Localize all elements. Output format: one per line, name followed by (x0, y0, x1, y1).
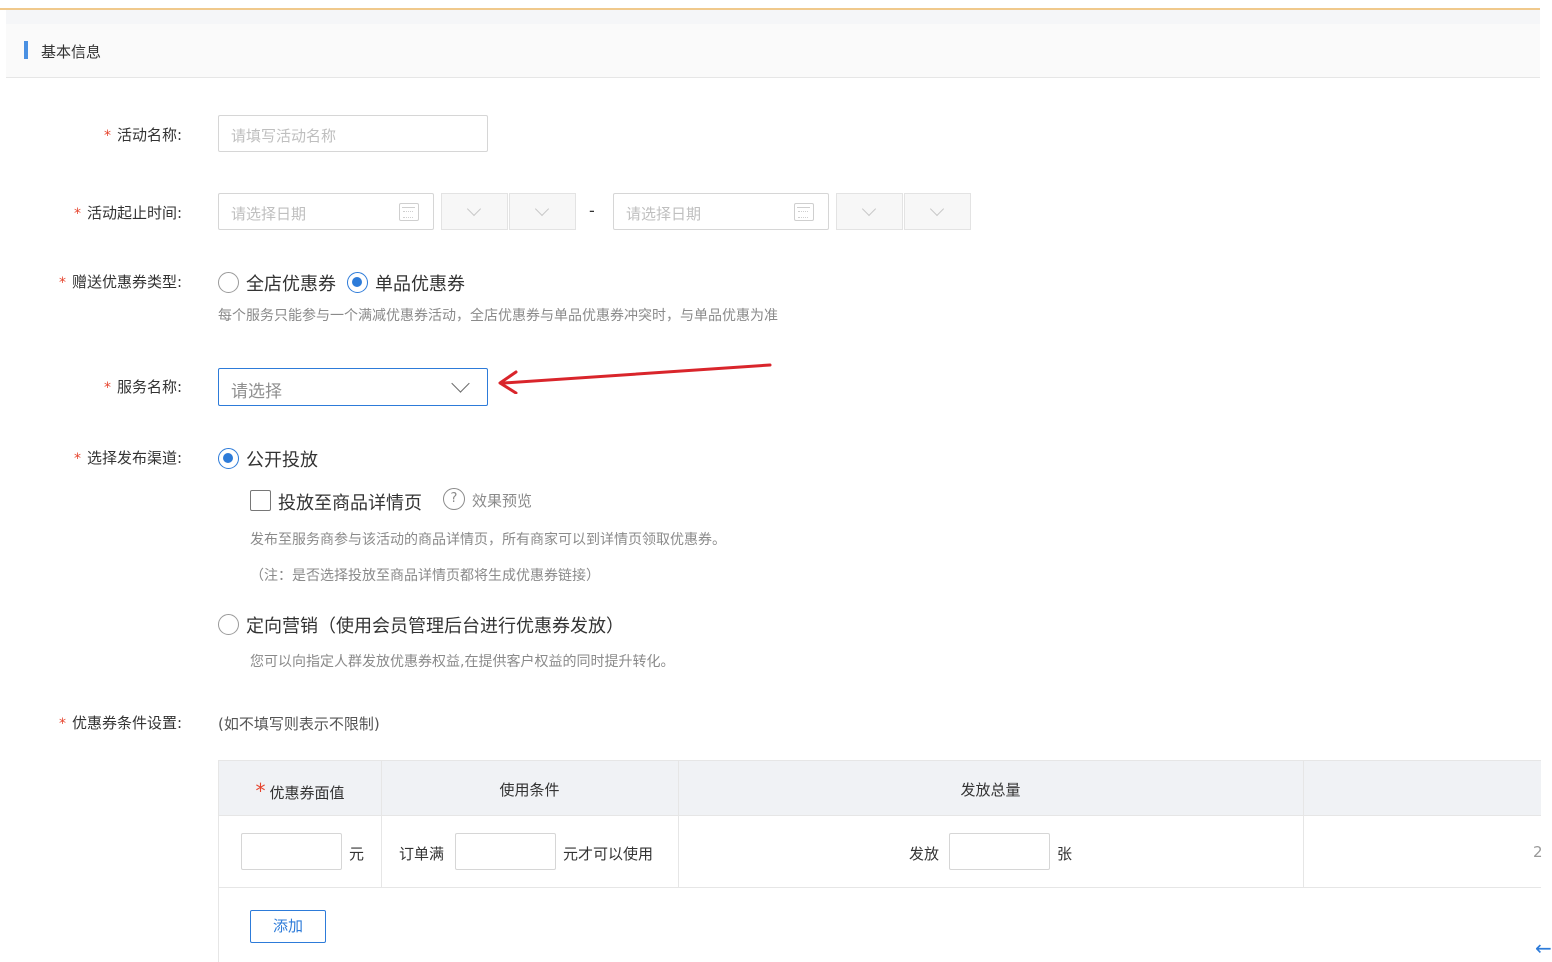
table-header: * 优惠券面值 使用条件 发放总量 (219, 760, 1541, 816)
radio-item-coupon-label[interactable]: 单品优惠券 (375, 270, 465, 296)
radio-store-coupon-label[interactable]: 全店优惠券 (246, 270, 336, 296)
required-mark: * (103, 380, 111, 396)
radio-item-coupon[interactable] (347, 272, 368, 293)
radio-targeted-channel-label[interactable]: 定向营销（使用会员管理后台进行优惠券发放） (246, 612, 624, 638)
add-row-button[interactable]: 添加 (250, 910, 326, 943)
issue-prefix: 发放 (909, 845, 940, 863)
radio-public-channel[interactable] (218, 448, 239, 469)
end-hour-select[interactable] (836, 193, 903, 230)
chevron-down-icon (861, 201, 877, 217)
detail-page-note: （注：是否选择投放至商品详情页都将生成优惠券链接） (250, 568, 600, 584)
channel-label: * 选择发布渠道: (73, 449, 182, 467)
column-header-condition: 使用条件 (499, 781, 560, 799)
service-name-select[interactable]: 请选择 (218, 368, 488, 406)
unit-yuan: 元 (349, 845, 365, 863)
radio-store-coupon[interactable] (218, 272, 239, 293)
required-mark: * (255, 779, 266, 803)
preview-link[interactable]: 效果预览 (472, 490, 532, 511)
required-mark: * (58, 716, 66, 732)
activity-name-input[interactable]: 请填写活动名称 (218, 115, 488, 152)
targeted-hint: 您可以向指定人群发放优惠券权益,在提供客户权益的同时提升转化。 (250, 654, 675, 670)
column-divider (1303, 760, 1304, 888)
detail-page-checkbox-label[interactable]: 投放至商品详情页 (278, 489, 422, 515)
arrow-left-icon[interactable]: ← (1535, 936, 1552, 960)
service-name-placeholder: 请选择 (231, 382, 282, 402)
issue-total-input[interactable] (949, 833, 1050, 870)
order-min-prefix: 订单满 (399, 845, 445, 863)
issue-suffix: 张 (1057, 845, 1073, 863)
end-minute-select[interactable] (904, 193, 971, 230)
red-arrow-annotation (498, 363, 772, 394)
chevron-down-icon (466, 201, 482, 217)
detail-page-hint: 发布至服务商参与该活动的商品详情页，所有商家可以到详情页领取优惠券。 (250, 532, 726, 548)
section-header: 基本信息 (6, 24, 1540, 78)
coupon-type-hint: 每个服务只能参与一个满减优惠券活动，全店优惠券与单品优惠券冲突时，与单品优惠为准 (218, 308, 778, 324)
radio-targeted-channel[interactable] (218, 614, 239, 635)
end-date-picker[interactable]: 请选择日期 (613, 193, 829, 230)
chevron-down-icon (929, 201, 945, 217)
service-name-label: * 服务名称: (103, 378, 182, 396)
required-mark: * (73, 451, 81, 467)
question-icon[interactable]: ? (443, 488, 465, 510)
end-date-placeholder: 请选择日期 (626, 205, 702, 223)
start-date-placeholder: 请选择日期 (231, 205, 307, 223)
date-separator: - (589, 201, 595, 220)
required-mark: * (103, 128, 111, 144)
required-mark: * (73, 206, 81, 222)
start-minute-select[interactable] (509, 193, 576, 230)
conditions-label: * 优惠券条件设置: (58, 714, 182, 732)
start-hour-select[interactable] (441, 193, 508, 230)
section-title: 基本信息 (41, 43, 102, 61)
row-divider (219, 887, 1541, 888)
detail-page-checkbox[interactable] (250, 490, 271, 511)
calendar-icon (399, 203, 419, 221)
section-bar (24, 41, 28, 59)
radio-public-channel-label[interactable]: 公开投放 (246, 446, 318, 472)
top-spacer (6, 10, 1540, 24)
calendar-icon (794, 203, 814, 221)
column-header-total: 发放总量 (960, 781, 1021, 799)
coupon-value-input[interactable] (241, 833, 342, 870)
column-divider (678, 760, 679, 888)
chevron-down-icon (534, 201, 550, 217)
required-mark: * (58, 275, 66, 291)
chevron-down-icon (451, 374, 470, 393)
order-min-input[interactable] (455, 833, 556, 870)
coupon-type-label: * 赠送优惠券类型: (58, 273, 182, 291)
activity-time-label: * 活动起止时间: (73, 204, 182, 222)
clipped-column-text: 2 (1533, 843, 1543, 861)
activity-name-label: * 活动名称: (103, 126, 182, 144)
order-min-suffix: 元才可以使用 (563, 845, 654, 863)
column-divider (381, 760, 382, 888)
activity-name-placeholder: 请填写活动名称 (231, 127, 337, 145)
column-header-value: * 优惠券面值 (255, 779, 345, 803)
conditions-table: * 优惠券面值 使用条件 发放总量 元 订单满 元才可以使用 发放 张 2 添加 (218, 760, 1543, 962)
conditions-note: (如不填写则表示不限制) (218, 715, 380, 733)
start-date-picker[interactable]: 请选择日期 (218, 193, 434, 230)
